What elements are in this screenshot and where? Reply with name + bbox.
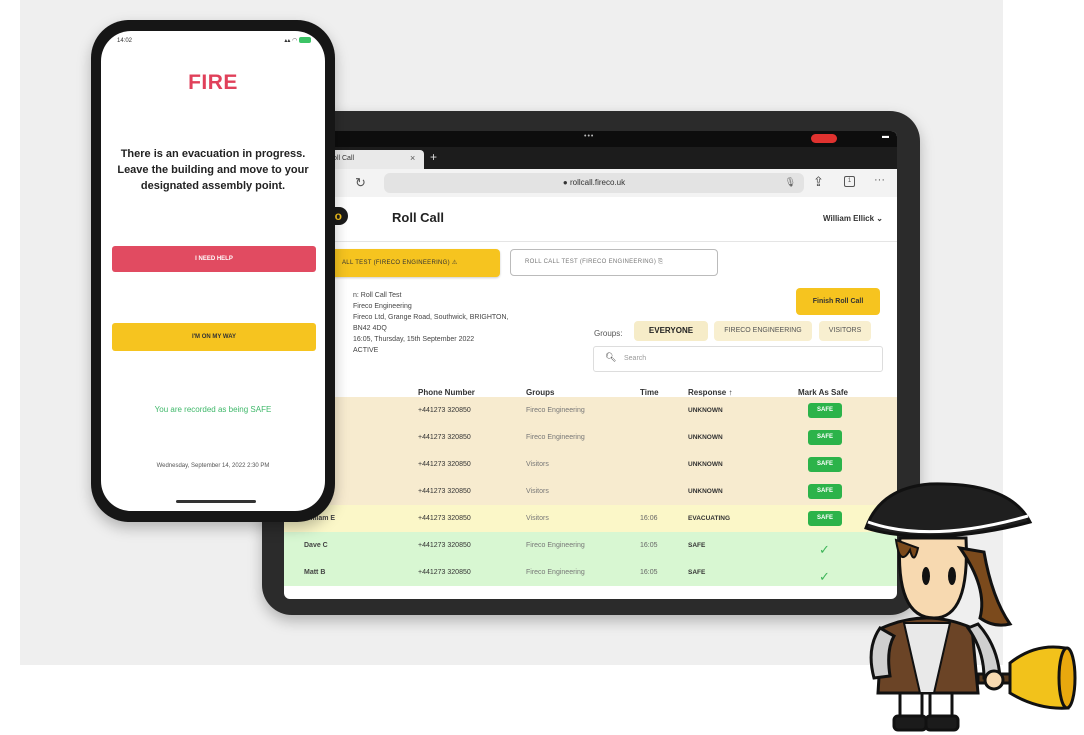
microphone-icon[interactable]: 🎙 xyxy=(785,177,796,188)
cell-time: 16:06 xyxy=(640,515,658,522)
cell-group: Visitors xyxy=(526,488,549,495)
on-my-way-button[interactable]: I'M ON MY WAY xyxy=(112,323,316,351)
group-chip-visitors[interactable]: VISITORS xyxy=(819,321,871,341)
detail-line: 16:05, Thursday, 15th September 2022 xyxy=(353,336,475,343)
check-icon: ✓ xyxy=(819,569,830,584)
detail-line: n: Roll Call Test xyxy=(353,292,402,299)
status-dots: ••• xyxy=(584,133,595,140)
cell-phone: +441273 320850 xyxy=(418,434,471,441)
share-icon[interactable]: ⇪ xyxy=(813,174,824,190)
cell-response: UNKNOWN xyxy=(688,488,723,495)
cell-group: Fireco Engineering xyxy=(526,569,585,576)
battery-icon xyxy=(299,37,311,44)
column-groups: Groups xyxy=(526,388,555,397)
phone-status-icons: ▴▴ ◠ xyxy=(284,37,311,44)
page-title: Roll Call xyxy=(392,210,445,225)
town-crier-mascot xyxy=(864,482,1077,732)
search-input[interactable]: 🔍︎ Search xyxy=(593,346,883,372)
address-bar[interactable]: ● rollcall.fireco.uk 🎙 xyxy=(384,173,804,193)
cell-group: Visitors xyxy=(526,515,549,522)
phone-screen: 14:02 ▴▴ ◠ FIRE There is an evacuation i… xyxy=(101,31,325,511)
cell-response: UNKNOWN xyxy=(688,461,723,468)
tablet-screen: ••• ▬ Roll Call × + ↻ ● rollcall.fireco.… xyxy=(284,131,897,599)
detail-line: BN42 4DQ xyxy=(353,325,387,332)
timestamp-text: Wednesday, September 14, 2022 2:30 PM xyxy=(156,463,270,469)
detail-line: Fireco Ltd, Grange Road, Southwick, BRIG… xyxy=(353,314,509,321)
search-icon: 🔍︎ xyxy=(605,352,617,362)
column-mark-as-safe: Mark As Safe xyxy=(798,388,848,397)
cell-response: EVACUATING xyxy=(688,515,731,522)
table-row: y +441273 320850 Fireco Engineering UNKN… xyxy=(284,397,897,424)
cell-phone: +441273 320850 xyxy=(418,515,471,522)
alert-title: FIRE xyxy=(188,71,238,94)
cell-response: SAFE xyxy=(688,569,706,576)
browser-tab-bar: Roll Call × + xyxy=(284,147,897,169)
group-chip-fireco-engineering[interactable]: FIRECO ENGINEERING xyxy=(714,321,812,341)
column-phone: Phone Number xyxy=(418,388,475,397)
search-placeholder: Search xyxy=(624,355,647,362)
need-help-button[interactable]: I NEED HELP xyxy=(112,246,316,272)
cell-name: Matt B xyxy=(304,569,326,576)
column-time: Time xyxy=(640,388,659,397)
cell-phone: +441273 320850 xyxy=(418,488,471,495)
tabs-icon[interactable]: 1 xyxy=(844,176,855,187)
cell-name: Dave C xyxy=(304,542,328,549)
cell-group: Fireco Engineering xyxy=(526,434,585,441)
evacuation-message: There is an evacuation in progress. Leav… xyxy=(117,148,309,192)
test-button-label: ROLL CALL TEST (FIRECO ENGINEERING) ⎘ xyxy=(525,259,664,265)
url-text: ● rollcall.fireco.uk xyxy=(562,178,626,187)
mark-safe-button[interactable]: SAFE xyxy=(808,511,842,526)
mark-safe-button[interactable]: SAFE xyxy=(808,403,842,418)
app-header: fireco Roll Call William Ellick ⌄ xyxy=(284,197,897,242)
detail-line: Fireco Engineering xyxy=(353,303,412,310)
phone-clock: 14:02 xyxy=(117,38,133,44)
safe-status-text: You are recorded as being SAFE xyxy=(154,405,272,414)
table-row: +441273 320850 Fireco Engineering UNKNOW… xyxy=(284,424,897,451)
reload-icon[interactable]: ↻ xyxy=(355,175,366,191)
cell-phone: +441273 320850 xyxy=(418,542,471,549)
cell-group: Fireco Engineering xyxy=(526,407,585,414)
browser-toolbar: ↻ ● rollcall.fireco.uk 🎙 ⇪ 1 ··· xyxy=(284,169,897,197)
mark-safe-button[interactable]: SAFE xyxy=(808,484,842,499)
column-response[interactable]: Response ↑ xyxy=(688,388,732,397)
table-row: Dave C +441273 320850 Fireco Engineering… xyxy=(284,532,897,559)
roll-call-details: n: Roll Call Test Fireco Engineering Fir… xyxy=(353,290,509,356)
cell-time: 16:05 xyxy=(640,569,658,576)
cell-response: UNKNOWN xyxy=(688,407,723,414)
cell-phone: +441273 320850 xyxy=(418,407,471,414)
groups-label: Groups: xyxy=(594,329,623,338)
cell-response: UNKNOWN xyxy=(688,434,723,441)
cell-group: Fireco Engineering xyxy=(526,542,585,549)
table-row: H +441273 320850 Visitors UNKNOWN SAFE xyxy=(284,478,897,505)
mark-safe-button[interactable]: SAFE xyxy=(808,430,842,445)
user-menu[interactable]: William Ellick ⌄ xyxy=(823,214,883,223)
check-icon: ✓ xyxy=(819,542,830,557)
close-tab-icon[interactable]: × xyxy=(410,153,415,163)
test-button-label: ALL TEST (FIRECO ENGINEERING) ⚠ xyxy=(342,260,458,266)
mark-safe-button[interactable]: SAFE xyxy=(808,457,842,472)
detail-line: ACTIVE xyxy=(353,347,379,354)
finish-roll-call-button[interactable]: Finish Roll Call xyxy=(796,288,880,315)
table-row: Matt B +441273 320850 Fireco Engineering… xyxy=(284,559,897,586)
cell-group: Visitors xyxy=(526,461,549,468)
table-row: William E +441273 320850 Visitors 16:06 … xyxy=(284,505,897,532)
more-icon[interactable]: ··· xyxy=(874,174,885,186)
tablet-status-bar: ••• ▬ xyxy=(284,131,897,147)
table-row: +441273 320850 Visitors UNKNOWN SAFE xyxy=(284,451,897,478)
cell-time: 16:05 xyxy=(640,542,658,549)
battery-icon: ▬ xyxy=(882,133,889,140)
roll-call-test-button[interactable]: ROLL CALL TEST (FIRECO ENGINEERING) ⎘ xyxy=(510,249,718,276)
new-tab-icon[interactable]: + xyxy=(430,150,437,164)
group-chip-everyone[interactable]: EVERYONE xyxy=(634,321,708,341)
cell-phone: +441273 320850 xyxy=(418,461,471,468)
recording-indicator xyxy=(811,134,837,143)
home-indicator xyxy=(176,500,256,503)
cell-response: SAFE xyxy=(688,542,706,549)
cell-phone: +441273 320850 xyxy=(418,569,471,576)
